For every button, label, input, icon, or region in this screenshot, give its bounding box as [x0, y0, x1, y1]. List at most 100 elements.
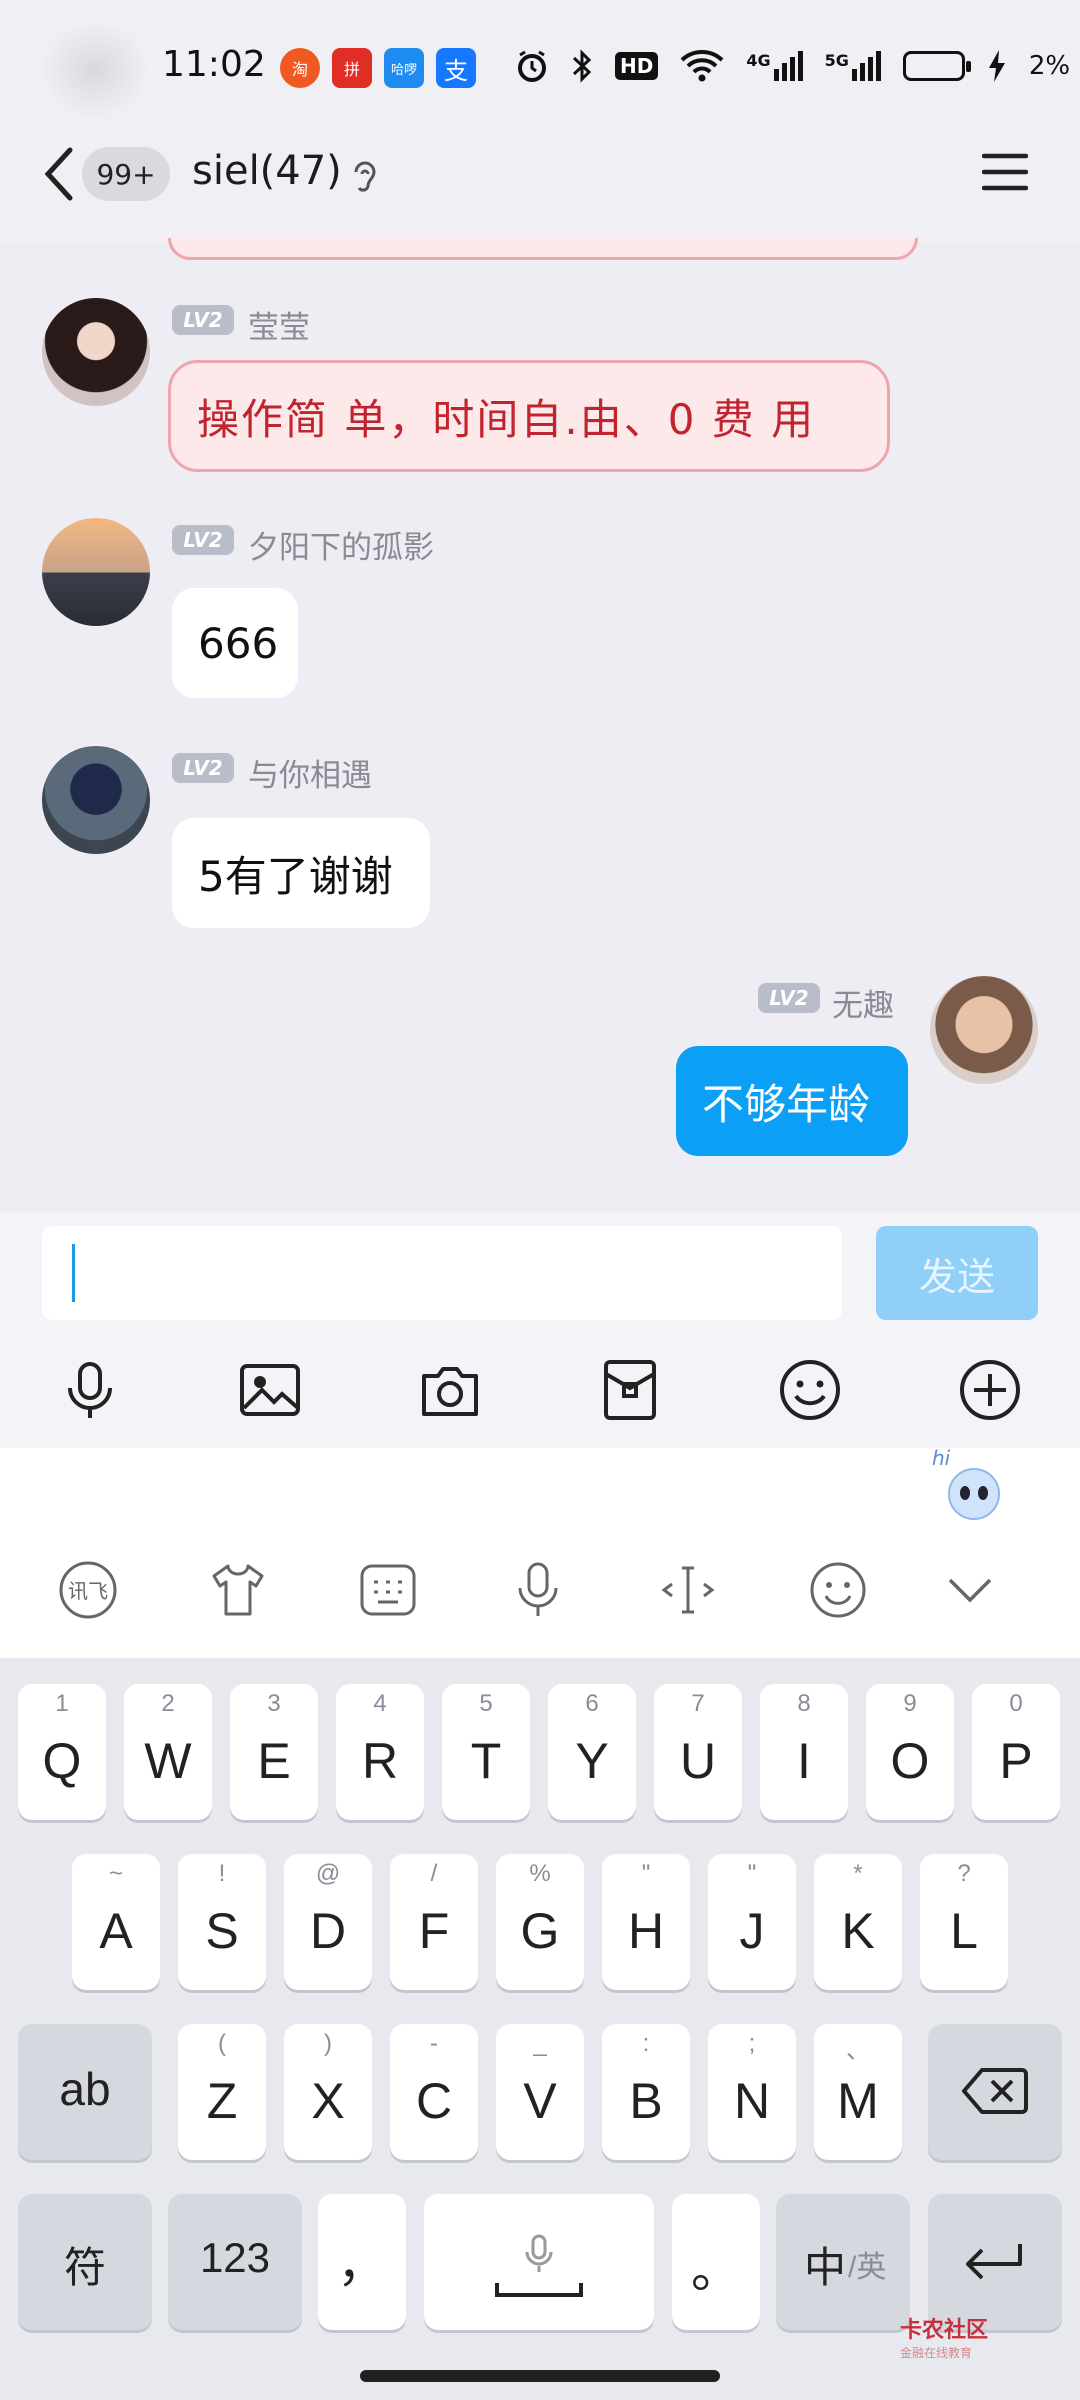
key-label: M [837, 2073, 879, 2129]
level-badge: LV2 [172, 305, 234, 335]
key-secondary-label: " [641, 1860, 651, 1887]
key-e[interactable]: 3E [230, 1684, 318, 1820]
key-x[interactable]: ) X [284, 2024, 372, 2160]
language-key[interactable]: 中 /英 [776, 2194, 910, 2330]
key-label: R [361, 1733, 399, 1789]
symbol-key[interactable]: 符 [18, 2194, 152, 2330]
message-bubble[interactable]: 操作简 单，时间自.由、0 费 用 [168, 360, 890, 472]
key-y[interactable]: 6Y [548, 1684, 636, 1820]
blurred-region [40, 20, 150, 120]
key-label: Y [575, 1733, 609, 1789]
voice-input-icon[interactable]: 讯飞 [58, 1560, 118, 1620]
enter-icon [966, 2244, 1022, 2280]
red-packet-icon[interactable] [598, 1358, 662, 1422]
key-secondary-label: 3 [267, 1690, 281, 1717]
keyboard-icon[interactable] [358, 1560, 418, 1620]
watermark-subtitle: 金融在线教育 [900, 2346, 973, 2360]
key-secondary-label: 8 [797, 1690, 811, 1717]
key-label: V [523, 2073, 557, 2129]
key-label: T [470, 1733, 502, 1789]
my-message-bubble[interactable]: 不够年龄 [676, 1046, 908, 1156]
period-label: 。 [691, 2242, 741, 2298]
space-key[interactable] [424, 2194, 654, 2330]
key-label: N [733, 2073, 771, 2129]
key-u[interactable]: 7U [654, 1684, 742, 1820]
key-v[interactable]: _ V [496, 2024, 584, 2160]
key-m[interactable]: 、 M [814, 2024, 902, 2160]
image-icon[interactable] [238, 1358, 302, 1422]
enter-key[interactable] [928, 2194, 1062, 2330]
network-4g-label: 4G [746, 51, 771, 70]
message-input[interactable] [42, 1226, 842, 1320]
key-h[interactable]: " H [602, 1854, 690, 1990]
key-a[interactable]: ~ A [72, 1854, 160, 1990]
key-i[interactable]: 8I [760, 1684, 848, 1820]
key-b[interactable]: :B [602, 2024, 690, 2160]
alipay-icon: 支 [436, 48, 476, 88]
key-w[interactable]: 2W [124, 1684, 212, 1820]
key-l[interactable]: ? L [920, 1854, 1008, 1990]
avatar[interactable] [42, 518, 150, 626]
backspace-key[interactable] [928, 2024, 1062, 2160]
key-secondary-label: 9 [903, 1690, 917, 1717]
key-secondary-label: 1 [55, 1690, 69, 1717]
avatar[interactable] [42, 746, 150, 854]
message-bubble[interactable]: 5有了谢谢 [172, 818, 430, 928]
key-k[interactable]: * K [814, 1854, 902, 1990]
key-label: G [520, 1903, 560, 1959]
home-indicator[interactable] [360, 2370, 720, 2382]
cursor-icon[interactable] [658, 1560, 718, 1620]
microphone-icon[interactable] [58, 1358, 122, 1422]
mic-icon[interactable] [508, 1560, 568, 1620]
key-r[interactable]: 4R [336, 1684, 424, 1820]
ab-key[interactable]: ab [18, 2024, 152, 2160]
key-q[interactable]: 1Q [18, 1684, 106, 1820]
key-j[interactable]: " J [708, 1854, 796, 1990]
key-secondary-label: ( [218, 2030, 226, 2057]
keyboard-mascot[interactable]: hi [930, 1446, 1004, 1524]
sender-name: 无趣 [832, 988, 894, 1024]
chat-title[interactable]: siel(47) [192, 148, 342, 194]
key-s[interactable]: ! S [178, 1854, 266, 1990]
my-avatar[interactable] [930, 976, 1038, 1084]
send-button[interactable]: 发送 [876, 1226, 1038, 1320]
unread-badge[interactable]: 99+ [82, 147, 170, 201]
key-secondary-label: 4 [373, 1690, 387, 1717]
key-g[interactable]: % G [496, 1854, 584, 1990]
keyboard-emoji-icon[interactable] [808, 1560, 868, 1620]
comma-key[interactable]: ， [318, 2194, 406, 2330]
key-d[interactable]: @ D [284, 1854, 372, 1990]
keyboard-toolbar [0, 1448, 1080, 1658]
key-secondary-label: 5 [479, 1690, 493, 1717]
menu-icon[interactable] [982, 152, 1028, 192]
key-t[interactable]: 5T [442, 1684, 530, 1820]
ear-icon[interactable] [350, 158, 380, 194]
back-icon[interactable] [40, 146, 80, 202]
skin-icon[interactable] [208, 1560, 268, 1620]
key-label: W [144, 1733, 192, 1789]
level-badge: LV2 [172, 525, 234, 555]
avatar[interactable] [42, 298, 150, 406]
key-secondary-label: - [430, 2030, 438, 2057]
5g-signal-icon: 5G [825, 51, 881, 81]
collapse-icon[interactable] [940, 1560, 1000, 1620]
key-f[interactable]: / F [390, 1854, 478, 1990]
key-secondary-label: * [853, 1860, 863, 1887]
key-secondary-label: " [747, 1860, 757, 1887]
key-c[interactable]: -C [390, 2024, 478, 2160]
key-p[interactable]: 0P [972, 1684, 1060, 1820]
camera-icon[interactable] [418, 1358, 482, 1422]
message-text: 操作简 单，时间自.由、0 费 用 [197, 394, 816, 444]
alarm-icon [518, 50, 546, 82]
period-key[interactable]: 。 [672, 2194, 760, 2330]
number-key[interactable]: 123 [168, 2194, 302, 2330]
key-n[interactable]: ; N [708, 2024, 796, 2160]
plus-icon[interactable] [958, 1358, 1022, 1422]
key-z[interactable]: (Z [178, 2024, 266, 2160]
key-secondary-label: 、 [846, 2037, 870, 2064]
message-bubble[interactable]: 666 [172, 588, 298, 698]
key-o[interactable]: 9O [866, 1684, 954, 1820]
key-secondary-label: 2 [161, 1690, 175, 1717]
pinduoduo-icon: 拼 [332, 48, 372, 88]
emoji-icon[interactable] [778, 1358, 842, 1422]
